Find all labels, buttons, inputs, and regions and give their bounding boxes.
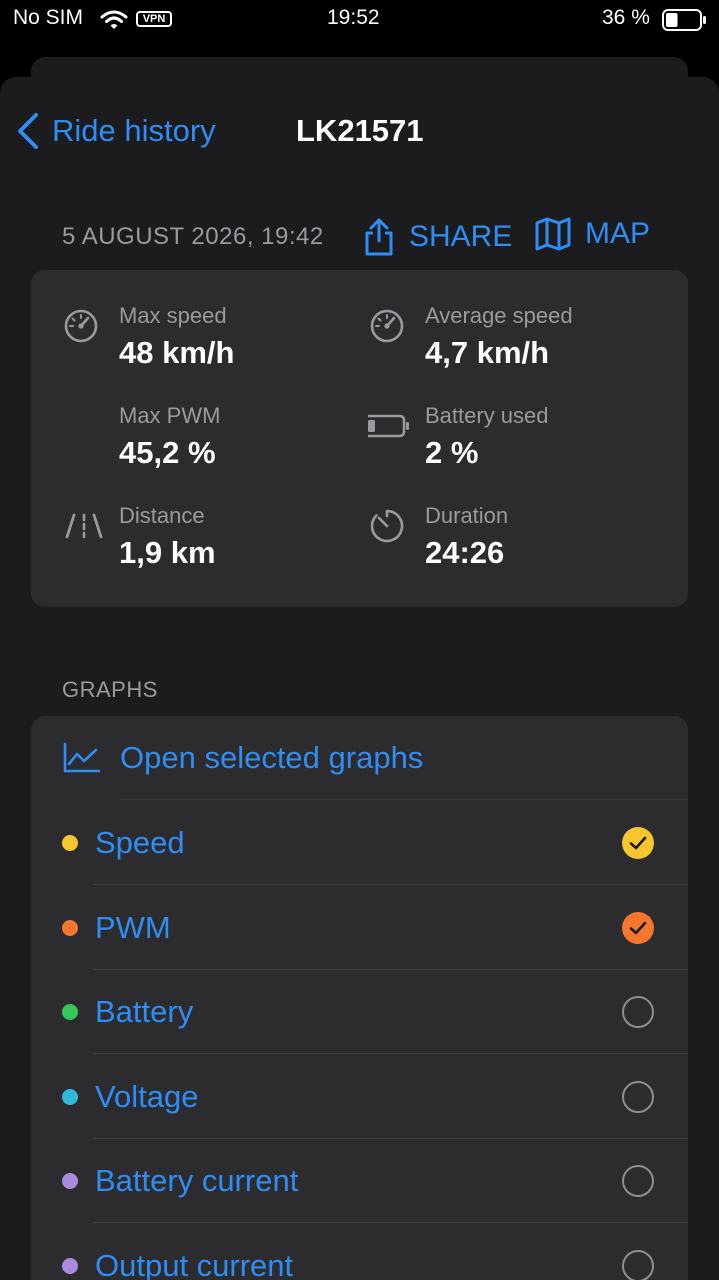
graph-item-label: Battery current bbox=[95, 1163, 299, 1198]
stat-label: Distance bbox=[119, 503, 205, 528]
graph-item-speed[interactable]: Speed bbox=[31, 801, 688, 885]
back-button[interactable]: Ride history bbox=[16, 111, 216, 151]
stat-label: Max PWM bbox=[119, 403, 221, 428]
graph-item-battery[interactable]: Battery bbox=[31, 970, 688, 1054]
graph-item-battery-current[interactable]: Battery current bbox=[31, 1139, 688, 1223]
map-label: MAP bbox=[585, 217, 651, 250]
graph-item-label: Battery bbox=[95, 994, 194, 1029]
battery-icon bbox=[662, 9, 708, 36]
map-button[interactable]: MAP bbox=[535, 217, 650, 251]
checkmark-circle-icon[interactable] bbox=[622, 911, 654, 944]
ride-date: 5 AUGUST 2026, 19:42 bbox=[62, 223, 324, 250]
share-label: SHARE bbox=[409, 220, 513, 253]
status-bar: No SIM VPN 19:52 36 % bbox=[0, 0, 719, 40]
checkmark-circle-icon[interactable] bbox=[622, 827, 654, 859]
graph-item-pwm[interactable]: PWM bbox=[31, 886, 688, 970]
divider bbox=[120, 799, 688, 800]
stat-label: Battery used bbox=[425, 403, 549, 428]
graphs-list: Open selected graphs Speed PWM Battery Volt… bbox=[31, 716, 688, 1280]
clock: 19:52 bbox=[327, 6, 380, 29]
graph-item-output-current[interactable]: Output current bbox=[31, 1224, 688, 1280]
share-button[interactable]: SHARE bbox=[363, 217, 512, 257]
road-icon bbox=[65, 513, 103, 539]
page-title: LK21571 bbox=[296, 113, 424, 148]
empty-circle-icon[interactable] bbox=[622, 1080, 654, 1113]
map-icon bbox=[535, 217, 571, 251]
open-selected-graphs-button[interactable]: Open selected graphs bbox=[31, 716, 688, 800]
empty-circle-icon[interactable] bbox=[622, 996, 654, 1028]
graph-item-label: Speed bbox=[95, 825, 185, 860]
wifi-icon bbox=[100, 9, 128, 36]
ride-stats-card: Max speed 48 km/h Average speed 4,7 km/h… bbox=[31, 270, 688, 607]
share-icon bbox=[365, 218, 393, 256]
back-label: Ride history bbox=[52, 113, 216, 148]
series-color-dot bbox=[62, 919, 78, 936]
empty-circle-icon[interactable] bbox=[622, 1249, 654, 1280]
graph-item-label: Output current bbox=[95, 1247, 294, 1280]
graph-item-label: PWM bbox=[95, 909, 171, 945]
timer-icon bbox=[370, 509, 404, 543]
empty-circle-icon[interactable] bbox=[622, 1165, 654, 1197]
ride-detail-sheet: Ride history LK21571 5 AUGUST 2026, 19:4… bbox=[0, 77, 719, 1280]
series-color-dot bbox=[62, 1004, 78, 1020]
vpn-badge: VPN bbox=[136, 11, 172, 27]
speedometer-icon bbox=[64, 309, 98, 343]
stat-value: 1,9 km bbox=[119, 535, 216, 570]
graph-item-voltage[interactable]: Voltage bbox=[31, 1055, 688, 1139]
series-color-dot bbox=[62, 1088, 78, 1105]
chevron-left-icon bbox=[18, 113, 38, 149]
stat-label: Average speed bbox=[425, 303, 573, 328]
series-color-dot bbox=[62, 835, 78, 851]
open-graphs-label: Open selected graphs bbox=[120, 740, 424, 775]
stat-value: 48 km/h bbox=[119, 335, 235, 370]
stat-label: Max speed bbox=[119, 303, 227, 328]
stat-value: 2 % bbox=[425, 435, 479, 470]
series-color-dot bbox=[62, 1173, 78, 1189]
stat-label: Duration bbox=[425, 503, 509, 528]
series-color-dot bbox=[62, 1257, 78, 1274]
chart-icon bbox=[63, 742, 101, 773]
battery-icon bbox=[368, 414, 409, 438]
carrier-label: No SIM bbox=[13, 6, 84, 29]
graph-item-label: Voltage bbox=[95, 1078, 199, 1114]
stat-value: 4,7 km/h bbox=[425, 335, 550, 370]
speedometer-icon bbox=[370, 309, 404, 343]
battery-percent: 36 % bbox=[602, 6, 650, 29]
stat-value: 24:26 bbox=[425, 535, 505, 570]
graphs-section-header: GRAPHS bbox=[62, 677, 158, 702]
stat-value: 45,2 % bbox=[119, 435, 216, 470]
